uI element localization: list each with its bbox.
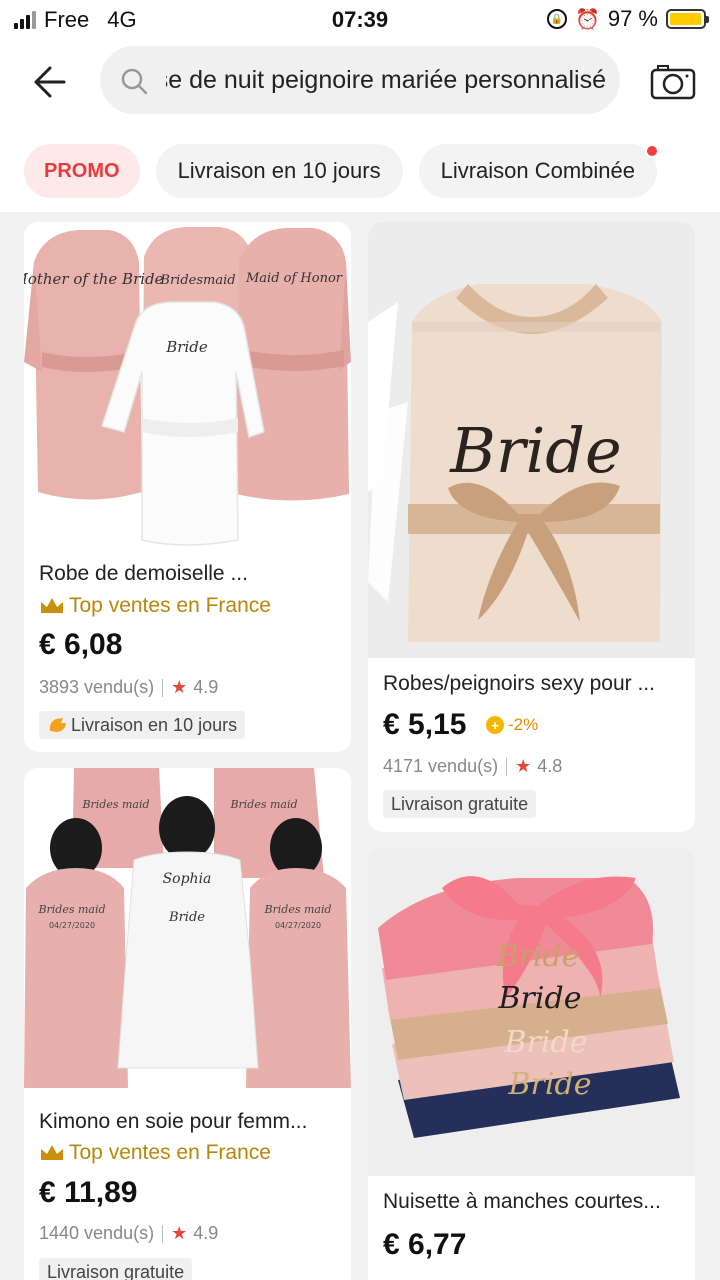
- robe-label: Bride: [165, 338, 208, 356]
- search-box[interactable]: [100, 46, 620, 114]
- product-title[interactable]: Robes/peignoirs sexy pour ...: [383, 672, 655, 696]
- sold-count: 4171 vendu(s): [383, 756, 499, 776]
- robe-date: 04/27/2020: [49, 921, 95, 930]
- product-price: € 5,15: [383, 708, 467, 741]
- product-image: Bride: [368, 222, 695, 658]
- robe-label: Brides maid: [263, 903, 331, 916]
- product-card[interactable]: Bride Bride Bride Bride Nuisette à manch…: [368, 848, 695, 1280]
- delivery-tag: Livraison en 10 jours: [39, 711, 246, 739]
- robe-label: Maid of Honor: [245, 271, 343, 286]
- back-button[interactable]: [26, 60, 70, 104]
- product-title[interactable]: Nuisette à manches courtes...: [383, 1190, 661, 1214]
- coin-discount: + -2%: [486, 715, 538, 735]
- star-icon: ★: [515, 756, 532, 776]
- search-row: [0, 46, 720, 116]
- tag-label: Livraison gratuite: [47, 1261, 185, 1280]
- crown-icon: [41, 1145, 63, 1160]
- alarm-icon: ⏰: [574, 8, 600, 31]
- battery-icon: [666, 9, 709, 29]
- product-meta: 1440 vendu(s) ★ 4.9: [39, 1223, 218, 1244]
- robe-label: Brides maid: [37, 903, 105, 916]
- product-card[interactable]: Bride Robes/peignoirs sexy pour ... € 5,…: [368, 222, 695, 832]
- robe-label: Sophia: [163, 871, 212, 887]
- top-sales-badge: Top ventes en France: [39, 594, 271, 618]
- sold-count: 3893 vendu(s): [39, 677, 155, 697]
- back-arrow-icon: [34, 66, 66, 98]
- robe-label: Bride: [498, 981, 582, 1016]
- delivery-tag: Livraison gratuite: [383, 790, 537, 818]
- chip-promo[interactable]: PROMO: [24, 144, 140, 198]
- robe-label: Brides maid: [81, 798, 149, 811]
- star-icon: ★: [171, 677, 188, 697]
- chip-label: Livraison Combinée: [440, 158, 636, 183]
- sold-count: 1440 vendu(s): [39, 1223, 155, 1243]
- filter-chips: PROMO Livraison en 10 jours Livraison Co…: [24, 144, 660, 198]
- star-icon: ★: [171, 1223, 188, 1243]
- product-image: Sophia Bride Brides maid 04/27/2020 Brid…: [24, 768, 351, 1098]
- top-sales-badge: Top ventes en France: [39, 1141, 271, 1165]
- product-meta: 3893 vendu(s) ★ 4.9: [39, 677, 218, 698]
- product-title[interactable]: Robe de demoiselle ...: [39, 562, 248, 586]
- divider: [162, 678, 164, 697]
- divider: [506, 757, 508, 776]
- chip-combined-delivery[interactable]: Livraison Combinée: [418, 144, 660, 198]
- status-bar: Free 4G 07:39 🔒 ⏰ 97 %: [0, 0, 720, 40]
- coin-icon: +: [486, 716, 504, 734]
- robe-label: Brides maid: [229, 798, 297, 811]
- robe-label: Bride: [496, 939, 580, 974]
- product-card[interactable]: Sophia Bride Brides maid 04/27/2020 Brid…: [24, 768, 351, 1280]
- robe-date: 04/27/2020: [275, 921, 321, 930]
- tag-label: Livraison en 10 jours: [71, 714, 238, 735]
- product-card[interactable]: Mother of the Bride Bridesmaid Maid of H…: [24, 222, 351, 752]
- camera-icon: [650, 65, 696, 100]
- product-image: Bride Bride Bride Bride: [368, 848, 695, 1176]
- robe-label: Bride: [508, 1067, 592, 1102]
- badge-label: Top ventes en France: [69, 1141, 271, 1164]
- battery-percent: 97 %: [607, 6, 658, 31]
- rating-value: 4.8: [537, 756, 563, 776]
- rating-value: 4.9: [193, 677, 219, 697]
- crown-icon: [41, 598, 63, 613]
- product-image: Mother of the Bride Bridesmaid Maid of H…: [24, 222, 351, 552]
- product-title[interactable]: Kimono en soie pour femm...: [39, 1110, 307, 1134]
- fast-delivery-icon: [49, 718, 66, 732]
- rating-value: 4.9: [193, 1223, 219, 1243]
- delivery-tag: Livraison gratuite: [39, 1258, 193, 1280]
- product-price: € 11,89: [39, 1176, 138, 1209]
- orientation-lock-icon: 🔒: [546, 9, 567, 29]
- search-input[interactable]: [166, 46, 606, 114]
- chip-delivery-10-days[interactable]: Livraison en 10 jours: [155, 144, 403, 198]
- tag-label: Livraison gratuite: [391, 793, 529, 814]
- search-icon: [121, 68, 148, 95]
- discount-value: -2%: [508, 715, 539, 734]
- product-meta: 4171 vendu(s) ★ 4.8: [383, 756, 562, 777]
- badge-label: Top ventes en France: [69, 594, 271, 617]
- status-right: 🔒 ⏰ 97 %: [546, 6, 709, 32]
- product-price: € 6,77: [383, 1228, 467, 1261]
- notification-dot: [645, 144, 660, 158]
- robe-label: Bride: [504, 1025, 588, 1060]
- product-price: € 6,08: [39, 628, 123, 661]
- robe-label: Bride: [168, 910, 205, 925]
- header-area: Free 4G 07:39 🔒 ⏰ 97 % chemise de nuit p…: [0, 0, 720, 212]
- robe-label: Mother of the Bride: [24, 270, 164, 288]
- camera-search-button[interactable]: [650, 64, 696, 100]
- robe-label: Bridesmaid: [159, 273, 235, 288]
- robe-label: Bride: [449, 414, 621, 487]
- divider: [162, 1224, 164, 1243]
